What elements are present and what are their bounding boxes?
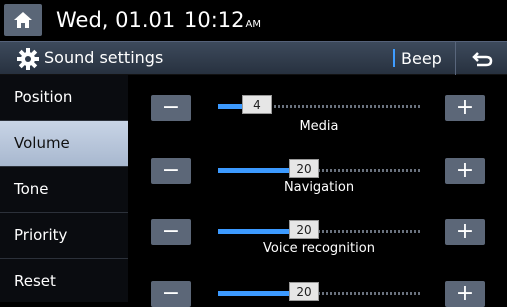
row4-minus-button[interactable]: − bbox=[151, 281, 191, 307]
slider-fill bbox=[218, 168, 299, 173]
row4-plus-button[interactable]: + bbox=[445, 281, 485, 307]
page-title: Sound settings bbox=[44, 48, 164, 67]
media-minus-button[interactable]: − bbox=[151, 95, 191, 121]
voice-plus-button[interactable]: + bbox=[445, 219, 485, 245]
media-slider[interactable]: 4 bbox=[218, 95, 420, 114]
navigation-plus-button[interactable]: + bbox=[445, 158, 485, 184]
sidebar-item-tone[interactable]: Tone bbox=[0, 167, 128, 213]
title-bar: Sound settings Beep bbox=[0, 41, 507, 75]
beep-toggle[interactable]: Beep bbox=[390, 42, 450, 75]
clock: 10:12AM bbox=[184, 8, 261, 32]
slider-knob[interactable]: 4 bbox=[242, 95, 272, 114]
sidebar-item-position[interactable]: Position bbox=[0, 75, 128, 121]
time-text: 10:12 bbox=[184, 8, 245, 32]
navigation-minus-button[interactable]: − bbox=[151, 158, 191, 184]
voice-recognition-slider[interactable]: 20 bbox=[218, 220, 420, 239]
date-text: Wed, 01.01 bbox=[56, 8, 176, 32]
ampm-text: AM bbox=[245, 19, 261, 30]
voice-minus-button[interactable]: − bbox=[151, 219, 191, 245]
voice-recognition-label: Voice recognition bbox=[263, 241, 375, 256]
slider-knob[interactable]: 20 bbox=[289, 220, 319, 239]
sidebar-item-priority[interactable]: Priority bbox=[0, 213, 128, 259]
slider-fill bbox=[218, 291, 299, 296]
media-plus-button[interactable]: + bbox=[445, 95, 485, 121]
media-label: Media bbox=[299, 119, 339, 134]
slider-fill bbox=[218, 229, 299, 234]
row4-slider[interactable]: 20 bbox=[218, 282, 420, 301]
slider-knob[interactable]: 20 bbox=[289, 282, 319, 301]
sidebar-item-volume[interactable]: Volume bbox=[0, 121, 128, 167]
home-button[interactable] bbox=[4, 4, 42, 36]
back-button[interactable] bbox=[455, 42, 507, 75]
navigation-slider[interactable]: 20 bbox=[218, 159, 420, 178]
status-bar: Wed, 01.01 10:12AM bbox=[0, 0, 507, 40]
sidebar-item-reset[interactable]: Reset bbox=[0, 259, 128, 305]
gear-icon bbox=[17, 48, 39, 70]
beep-label: Beep bbox=[401, 49, 442, 68]
home-icon bbox=[14, 12, 32, 28]
sidebar: Position Volume Tone Priority Reset bbox=[0, 75, 128, 302]
slider-knob[interactable]: 20 bbox=[289, 159, 319, 178]
navigation-label: Navigation bbox=[283, 180, 355, 195]
beep-indicator bbox=[393, 49, 395, 67]
back-icon bbox=[472, 51, 493, 66]
